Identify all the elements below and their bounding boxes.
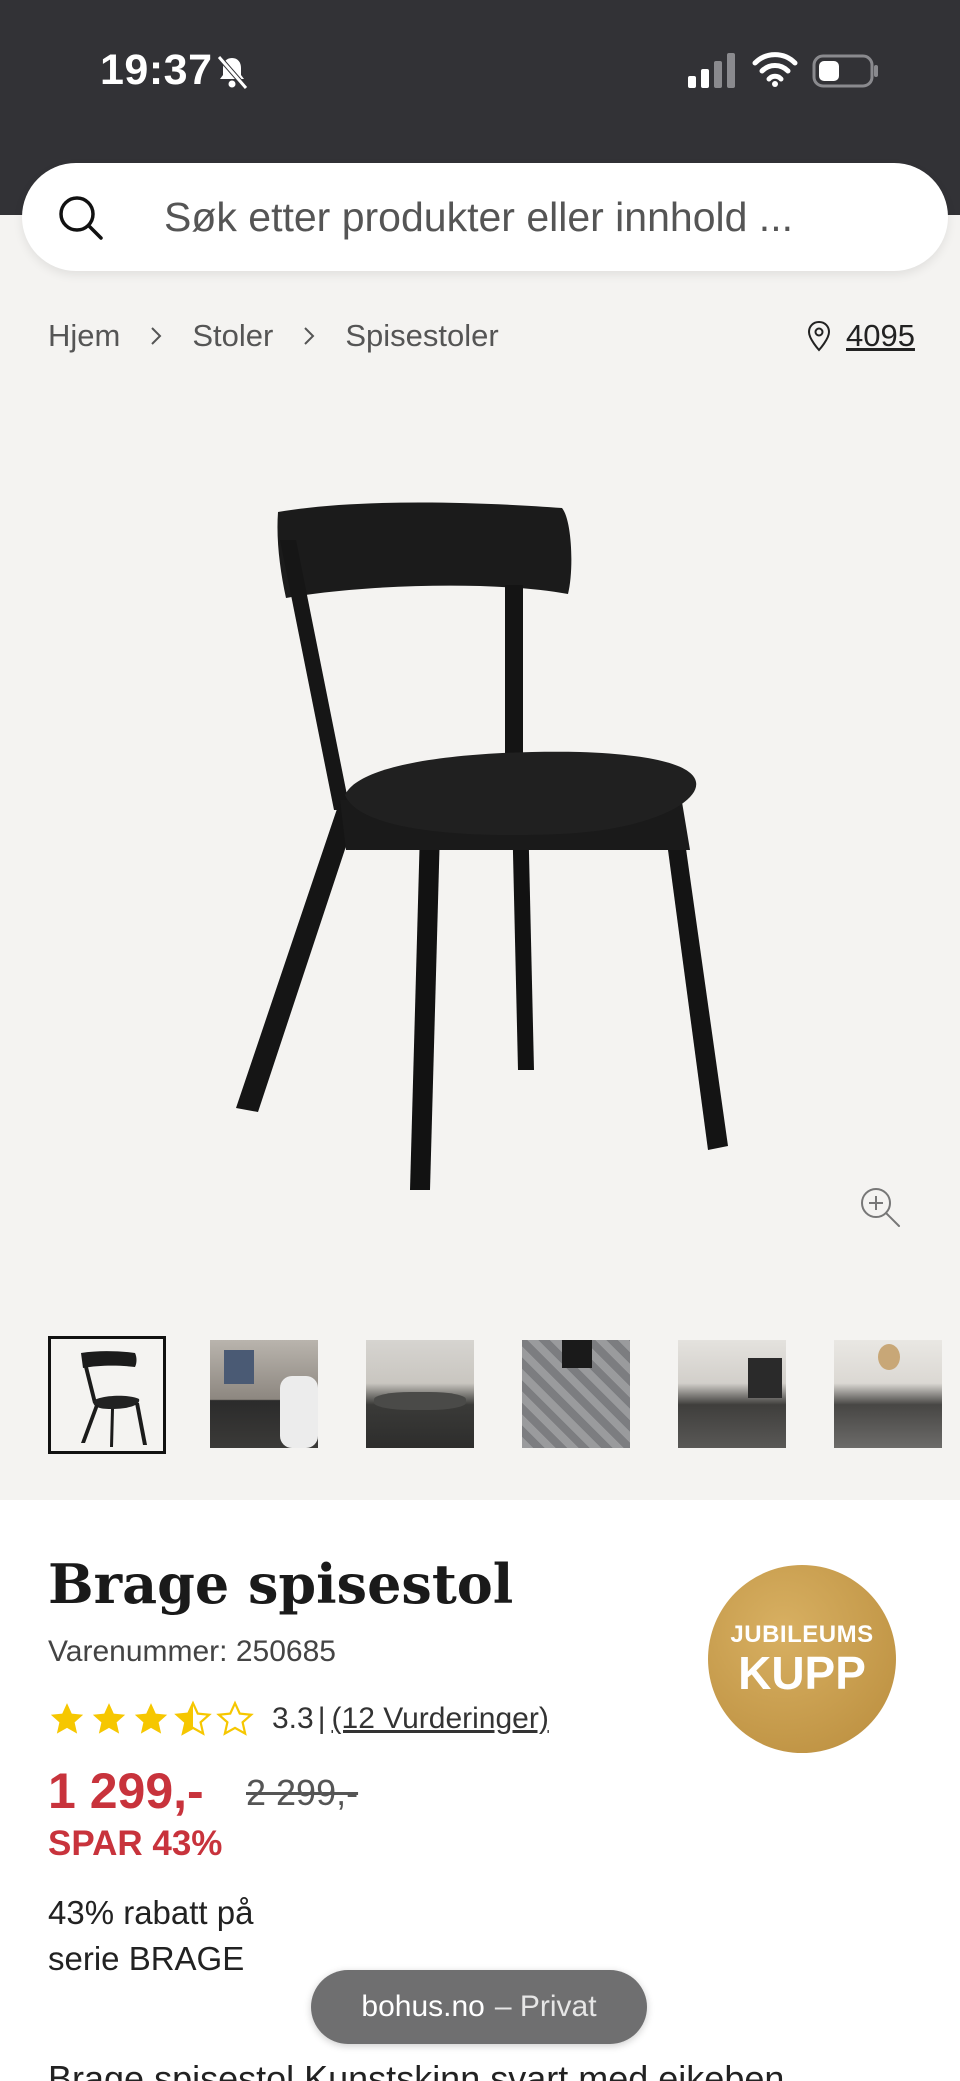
store-selector[interactable]: 4095 bbox=[806, 318, 915, 354]
star-full-icon bbox=[134, 1703, 168, 1734]
battery-icon bbox=[812, 54, 878, 88]
thumbnail-5[interactable] bbox=[678, 1340, 786, 1448]
browser-private-mode: – Privat bbox=[494, 1990, 597, 2023]
thumbnail-1[interactable] bbox=[48, 1336, 166, 1454]
discount-label: SPAR 43% bbox=[48, 1824, 223, 1863]
cellular-signal-icon bbox=[688, 53, 735, 88]
rating-row: 3.3 | (12 Vurderinger) bbox=[48, 1700, 549, 1738]
store-code[interactable]: 4095 bbox=[846, 318, 915, 354]
browser-domain: bohus.no bbox=[361, 1990, 485, 2023]
bell-muted-icon bbox=[217, 55, 248, 90]
breadcrumb-spisestoler[interactable]: Spisestoler bbox=[345, 318, 498, 354]
thumbnail-strip bbox=[48, 1336, 960, 1454]
search-icon bbox=[59, 196, 103, 240]
reviews-link[interactable]: (12 Vurderinger) bbox=[332, 1702, 549, 1736]
rating-value: 3.3 bbox=[272, 1702, 314, 1735]
star-full-icon bbox=[92, 1703, 126, 1734]
badge-line-1: JUBILEUMS bbox=[730, 1621, 874, 1648]
product-image-chair[interactable] bbox=[0, 390, 960, 1250]
search-input[interactable] bbox=[164, 181, 904, 253]
thumbnail-4[interactable] bbox=[522, 1340, 630, 1448]
old-price: 2 299,- bbox=[246, 1772, 359, 1813]
thumbnail-2[interactable] bbox=[210, 1340, 318, 1448]
promo-text: 43% rabatt på serie BRAGE bbox=[48, 1894, 254, 1977]
breadcrumb-stoler[interactable]: Stoler bbox=[192, 318, 273, 354]
breadcrumb: Hjem Stoler Spisestoler bbox=[48, 318, 499, 354]
product-title: Brage spisestol bbox=[48, 1552, 514, 1616]
product-description: Brage spisestol Kunstskinn svart med eik… bbox=[48, 2058, 785, 2081]
thumbnail-6[interactable] bbox=[834, 1340, 942, 1448]
chevron-right-icon bbox=[151, 327, 162, 345]
wifi-icon bbox=[752, 52, 798, 87]
search-bar[interactable] bbox=[22, 163, 948, 271]
thumbnail-chair-image bbox=[81, 1351, 147, 1447]
breadcrumb-home[interactable]: Hjem bbox=[48, 318, 120, 354]
status-time: 19:37 bbox=[100, 46, 213, 94]
badge-line-2: KUPP bbox=[738, 1647, 866, 1699]
zoom-icon[interactable] bbox=[857, 1184, 903, 1230]
star-full-icon bbox=[50, 1703, 84, 1734]
chevron-right-icon bbox=[304, 327, 315, 345]
product-sku: Varenummer: 250685 bbox=[48, 1635, 336, 1668]
current-price: 1 299,- bbox=[48, 1763, 204, 1819]
star-half-icon bbox=[174, 1700, 212, 1736]
location-pin-icon bbox=[807, 320, 831, 352]
star-empty-icon bbox=[216, 1700, 254, 1736]
jubileums-kupp-badge: JUBILEUMS KUPP bbox=[708, 1565, 896, 1753]
browser-address-pill[interactable]: bohus.no – Privat bbox=[311, 1970, 647, 2044]
thumbnail-3[interactable] bbox=[366, 1340, 474, 1448]
rating-separator: | bbox=[317, 1702, 326, 1735]
